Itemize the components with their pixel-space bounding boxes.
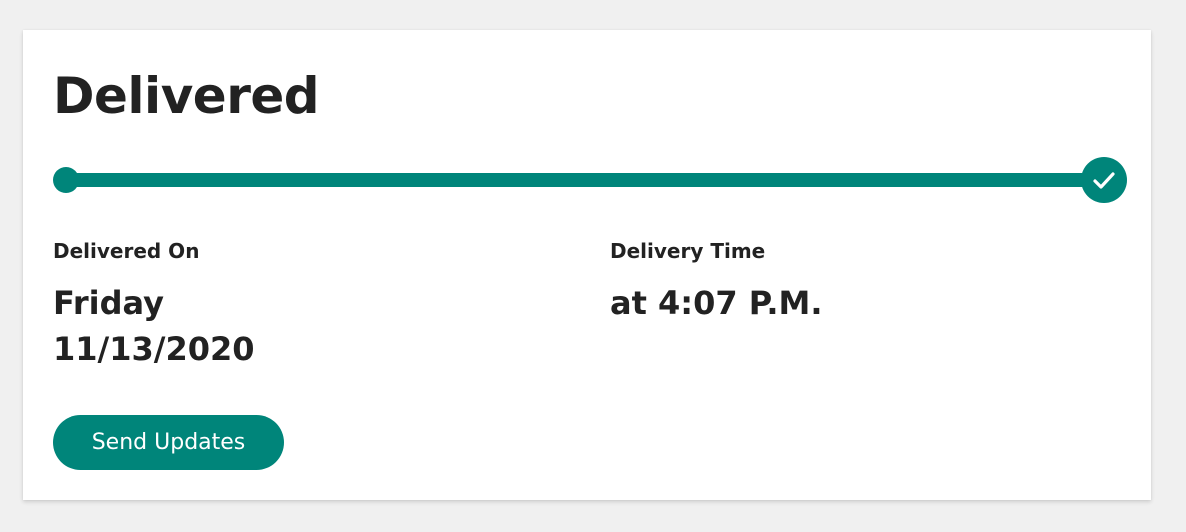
progress-complete-marker <box>1081 157 1127 203</box>
delivered-date-value: 11/13/2020 <box>53 330 255 368</box>
delivery-time-label: Delivery Time <box>610 239 766 263</box>
delivered-day-value: Friday <box>53 284 164 322</box>
delivery-time-value: at 4:07 P.M. <box>610 284 823 322</box>
progress-track <box>65 173 1105 187</box>
delivery-progress-bar <box>53 157 1127 203</box>
delivered-on-label: Delivered On <box>53 239 200 263</box>
delivery-status-card: Delivered Delivered On Friday 11/13/2020… <box>23 30 1151 500</box>
progress-fill <box>65 173 1105 187</box>
status-title: Delivered <box>53 67 320 125</box>
progress-start-dot <box>53 167 79 193</box>
send-updates-button[interactable]: Send Updates <box>53 415 284 470</box>
